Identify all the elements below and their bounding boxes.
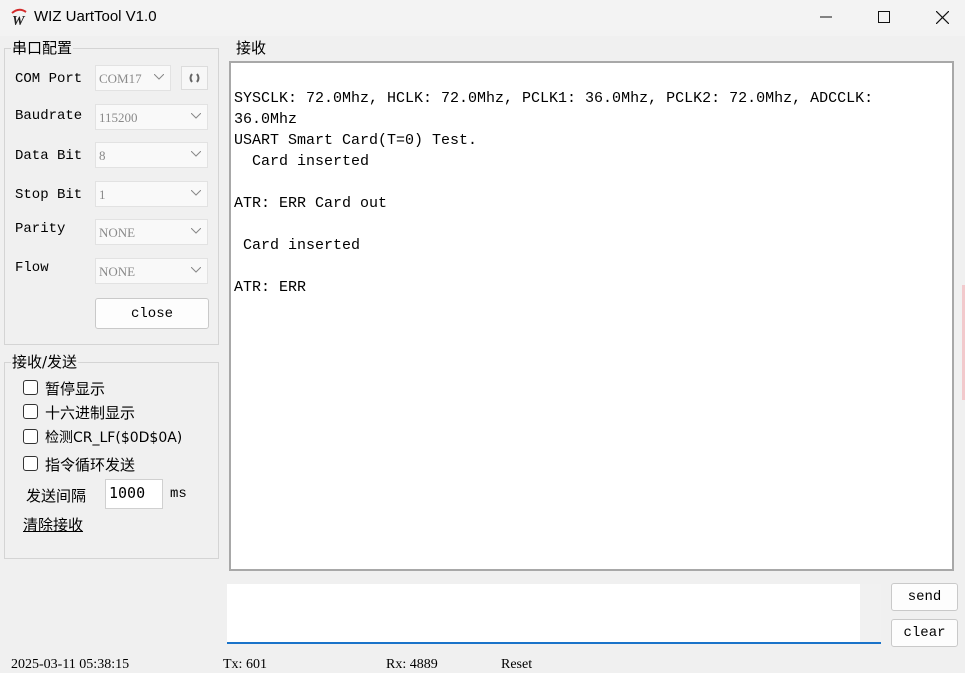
close-icon: [935, 10, 949, 24]
svg-text:W: W: [12, 14, 26, 26]
chevron-down-icon: [191, 113, 201, 119]
maximize-button[interactable]: [855, 0, 913, 34]
receive-line: Card inserted: [234, 153, 370, 170]
pause-display-checkbox[interactable]: [23, 380, 38, 395]
stop-bit-label: Stop Bit: [15, 187, 83, 203]
loop-send-checkbox[interactable]: [23, 456, 38, 471]
close-window-button[interactable]: [913, 0, 965, 34]
flow-select[interactable]: NONE: [95, 258, 208, 284]
receive-line: ATR: ERR Card out: [234, 195, 388, 212]
receive-line: Card inserted: [234, 237, 361, 254]
flow-label: Flow: [15, 260, 49, 276]
chevron-down-icon: [191, 228, 201, 234]
chevron-down-icon: [191, 151, 201, 157]
transfer-options-title: 接收/发送: [11, 353, 79, 371]
receive-line: SYSCLK: 72.0Mhz, HCLK: 72.0Mhz, PCLK1: 3…: [234, 90, 874, 107]
receive-textarea[interactable]: SYSCLK: 72.0Mhz, HCLK: 72.0Mhz, PCLK1: 3…: [229, 61, 954, 571]
minimize-icon: [820, 16, 832, 18]
hex-display-checkbox[interactable]: [23, 404, 38, 419]
com-port-select[interactable]: COM17: [95, 65, 171, 91]
detect-crlf-label: 检测CR_LF($0D$0A): [45, 430, 183, 446]
data-bit-value: 8: [99, 148, 106, 163]
flow-value: NONE: [99, 264, 136, 279]
chevron-down-icon: [191, 190, 201, 196]
data-bit-select[interactable]: 8: [95, 142, 208, 168]
close-port-button[interactable]: close: [95, 298, 209, 329]
com-port-value: COM17: [99, 71, 142, 86]
parity-label: Parity: [15, 221, 66, 237]
send-button[interactable]: send: [891, 583, 958, 611]
loop-send-label: 指令循环发送: [45, 456, 136, 474]
serial-config-title: 串口配置: [11, 39, 74, 57]
clear-receive-link[interactable]: 清除接收: [23, 514, 83, 535]
baudrate-value: 115200: [99, 110, 138, 125]
hex-display-label: 十六进制显示: [45, 404, 136, 422]
refresh-ports-button[interactable]: [181, 66, 208, 90]
receive-line: ATR: ERR: [234, 279, 307, 296]
parity-select[interactable]: NONE: [95, 219, 208, 245]
baudrate-label: Baudrate: [15, 108, 83, 124]
send-scrollbar[interactable]: [860, 584, 881, 642]
stop-bit-select[interactable]: 1: [95, 181, 208, 207]
send-input[interactable]: [227, 584, 881, 644]
window-title: WIZ UartTool V1.0: [34, 8, 157, 25]
maximize-icon: [878, 11, 890, 23]
chevron-down-icon: [191, 267, 201, 273]
interval-unit-label: ms: [170, 486, 187, 502]
send-interval-input[interactable]: 1000: [105, 479, 163, 509]
stop-bit-value: 1: [99, 187, 106, 202]
receive-line: USART Smart Card(T=0) Test.: [234, 132, 478, 149]
data-bit-label: Data Bit: [15, 148, 83, 164]
receive-line: 36.0Mhz: [234, 111, 298, 128]
chevron-down-icon: [154, 74, 164, 80]
title-bar: W WIZ UartTool V1.0: [0, 0, 965, 36]
send-interval-label: 发送间隔: [26, 487, 87, 505]
clear-send-button[interactable]: clear: [891, 619, 958, 647]
minimize-button[interactable]: [797, 0, 855, 34]
detect-crlf-checkbox[interactable]: [23, 429, 38, 444]
wiz-logo-icon: W: [11, 8, 27, 26]
receive-title: 接收: [235, 39, 268, 57]
baudrate-select[interactable]: 115200: [95, 104, 208, 130]
pause-display-label: 暂停显示: [45, 380, 106, 398]
parity-value: NONE: [99, 225, 136, 240]
com-port-label: COM Port: [15, 71, 83, 87]
refresh-icon: [189, 73, 200, 83]
